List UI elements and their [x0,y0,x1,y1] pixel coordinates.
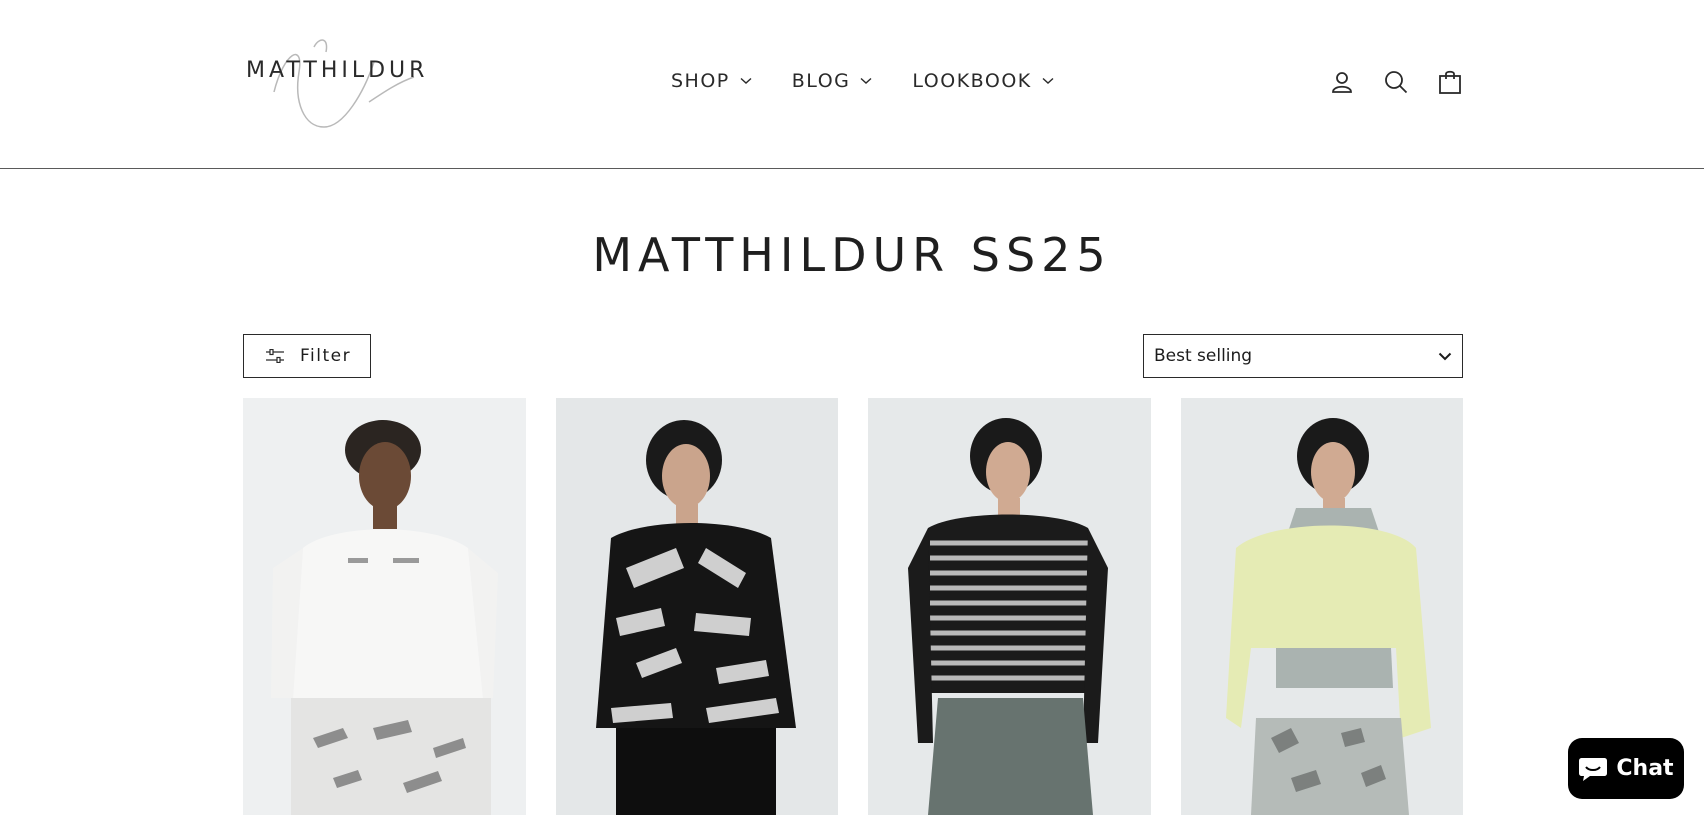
chat-button[interactable]: Chat [1568,738,1684,799]
filter-button[interactable]: Filter [243,334,371,378]
filter-label: Filter [300,346,352,366]
chevron-down-icon [1042,77,1054,84]
sliders-icon [266,349,284,363]
nav-label: SHOP [671,70,730,92]
nav-item-blog[interactable]: BLOG [792,70,873,92]
chevron-down-icon [740,77,752,84]
cart-icon[interactable] [1438,70,1462,94]
nav-item-lookbook[interactable]: LOOKBOOK [912,70,1054,92]
search-icon[interactable] [1384,70,1408,94]
product-card[interactable] [868,398,1151,815]
white-top-product-image [243,398,526,815]
nav-label: BLOG [791,70,851,92]
black-pattern-top-product-image [555,398,838,815]
nav-item-shop[interactable]: SHOP [671,70,752,92]
product-card[interactable] [555,398,838,815]
brand-wordmark: MATTHILDUR [246,58,429,83]
sort-select[interactable]: Best selling [1143,334,1463,378]
site-header: MATTHILDUR SHOP BLOG LOOKBOOK [0,0,1704,169]
yellow-sweater-product-image [1180,398,1463,815]
header-icons [1330,70,1462,94]
chat-bubble-icon [1579,757,1608,781]
main-nav: SHOP BLOG LOOKBOOK [671,70,1054,92]
brand-logo[interactable]: MATTHILDUR [244,32,428,136]
product-card[interactable] [243,398,526,815]
page-title: MATTHILDUR SS25 [592,228,1112,282]
product-card[interactable] [1180,398,1463,815]
product-grid [243,398,1463,815]
logo-script-mark [273,39,415,128]
sort-selected-value: Best selling [1154,346,1253,366]
chevron-down-icon [860,77,872,84]
chat-label: Chat [1616,756,1674,781]
chevron-down-icon [1438,352,1452,360]
account-icon[interactable] [1330,70,1354,94]
striped-sweater-product-image [868,398,1151,815]
nav-label: LOOKBOOK [912,70,1032,92]
